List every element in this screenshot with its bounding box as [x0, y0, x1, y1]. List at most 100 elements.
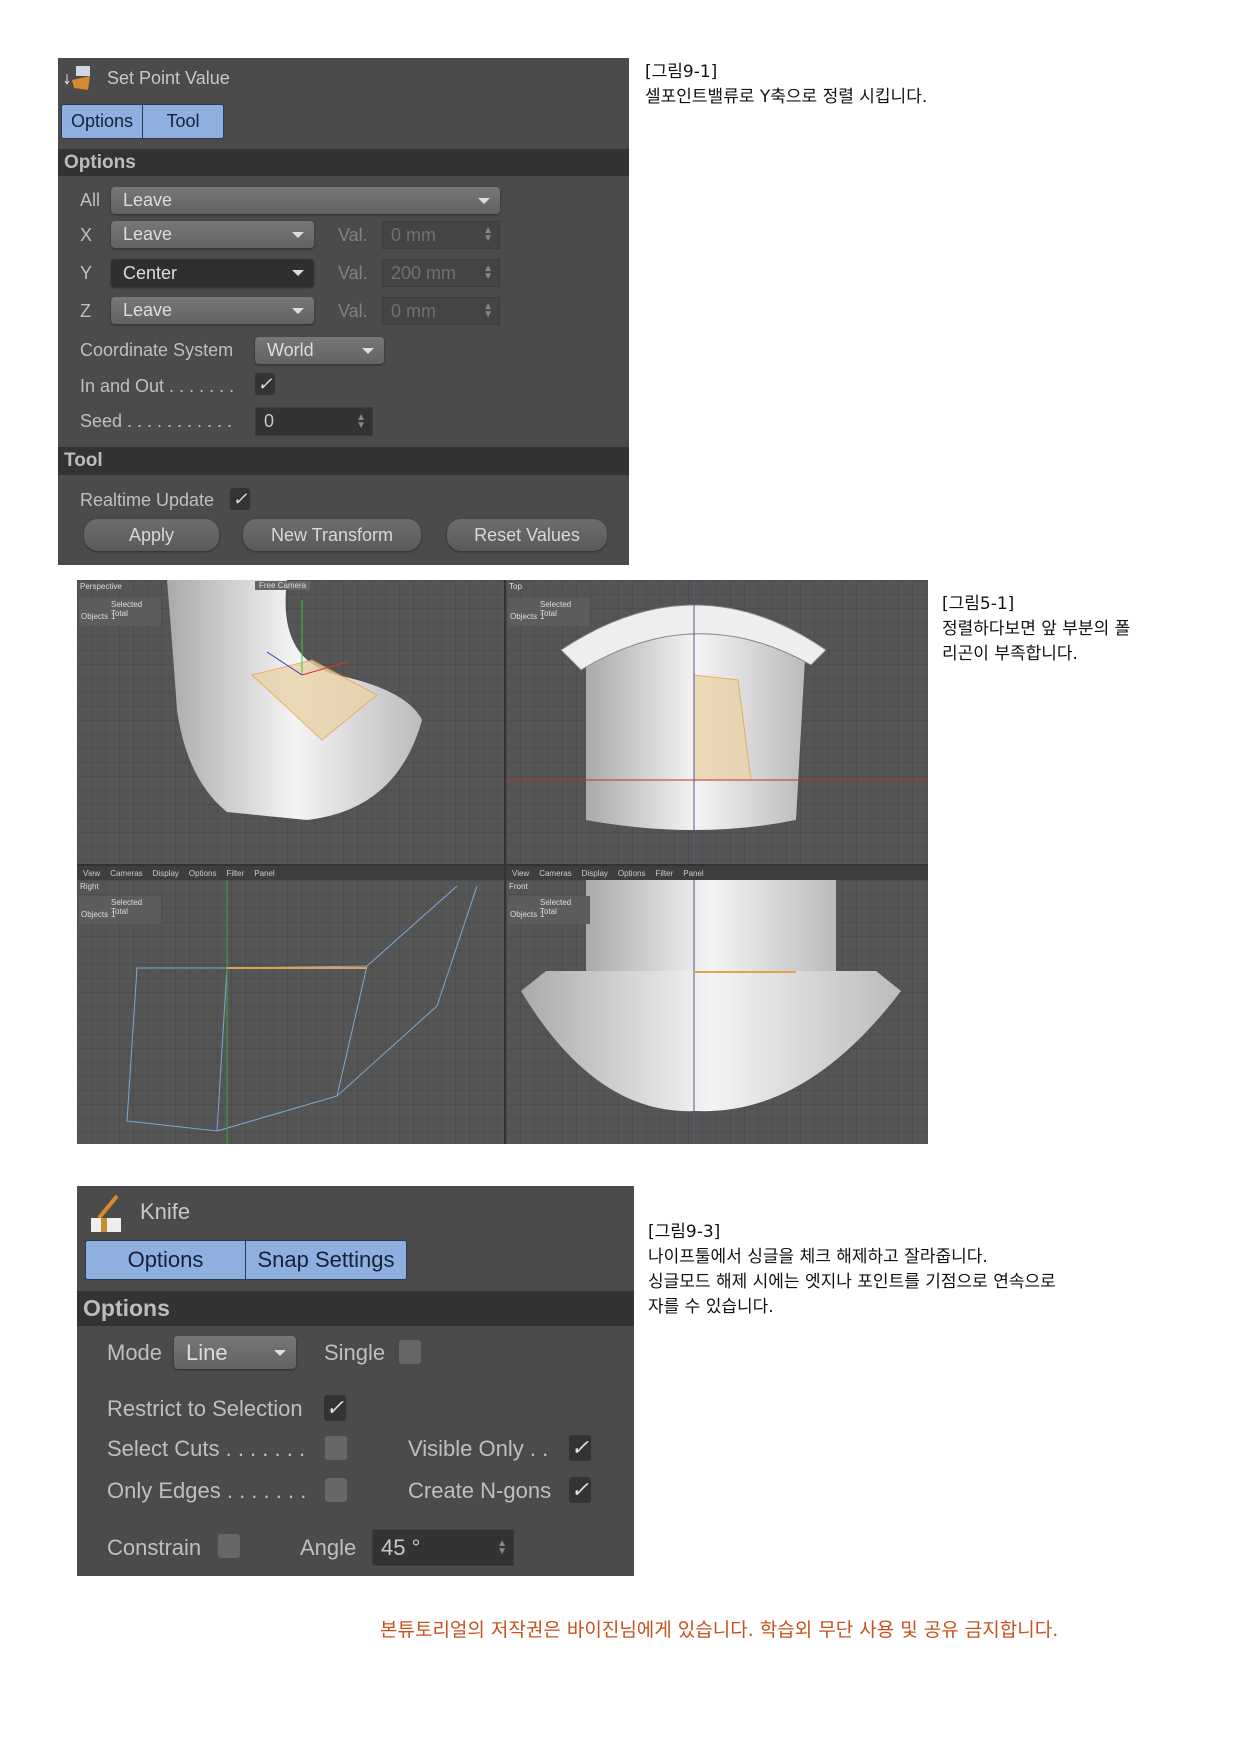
- y-label: Y: [80, 263, 93, 283]
- figure-label: [그림9-1]: [645, 62, 718, 82]
- new-transform-button[interactable]: New Transform: [243, 519, 421, 551]
- tab-options[interactable]: Options: [62, 105, 143, 138]
- realtime-update-checkbox[interactable]: ✓: [230, 488, 250, 510]
- menu-options[interactable]: Options: [618, 869, 646, 878]
- seed-value: 0: [264, 411, 275, 431]
- viewport-top[interactable]: Top Selected Total Objects 1: [506, 580, 928, 864]
- hud-objects-label: Objects: [81, 910, 109, 919]
- y-mode-value: Center: [123, 262, 178, 283]
- x-value-field[interactable]: 0 mm ▲ ▼: [382, 221, 500, 249]
- hud-objects-count: 1: [540, 910, 545, 919]
- x-mode-value: Leave: [123, 224, 173, 244]
- viewport-right[interactable]: View Cameras Display Options Filter Panel Rig…: [77, 866, 504, 1144]
- spinner-icon[interactable]: ▲ ▼: [356, 412, 366, 430]
- menu-view[interactable]: View: [83, 869, 100, 878]
- set-point-value-panel: Set Point Value Options Tool Options All…: [58, 58, 629, 565]
- hud-objects-label: Objects: [81, 612, 109, 621]
- knife-panel: Knife Options Snap Settings Options Mode…: [77, 1186, 634, 1576]
- options-section-header: Options: [58, 149, 629, 176]
- constrain-checkbox[interactable]: [218, 1534, 240, 1558]
- menu-display[interactable]: Display: [153, 869, 179, 878]
- chevron-down-icon: [478, 197, 490, 204]
- z-label: Z: [80, 301, 91, 321]
- coordinate-system-value: World: [267, 340, 314, 360]
- set-point-value-icon: [64, 64, 94, 92]
- y-value-field[interactable]: 200 mm ▲ ▼: [382, 259, 500, 287]
- mode-dropdown[interactable]: Line: [174, 1336, 296, 1369]
- hud-title: Selected Total: [111, 600, 143, 618]
- caption-figure-9-1: [그림9-1] 셀포인트밸류로 Y축으로 정렬 시킵니다.: [645, 60, 927, 110]
- spinner-icon[interactable]: ▲ ▼: [483, 264, 493, 282]
- menu-options[interactable]: Options: [189, 869, 217, 878]
- options-section-header: Options: [77, 1291, 634, 1326]
- angle-label: Angle: [300, 1535, 357, 1560]
- viewport-name: Perspective: [80, 582, 122, 591]
- tab-options[interactable]: Options: [86, 1241, 246, 1279]
- viewport-front[interactable]: View Cameras Display Options Filter Panel Fro…: [506, 866, 928, 1144]
- x-val-label: Val.: [338, 225, 368, 245]
- apply-button[interactable]: Apply: [84, 519, 219, 551]
- hud-objects-label: Objects: [510, 612, 538, 621]
- select-cuts-checkbox[interactable]: [325, 1436, 347, 1460]
- hud-objects-count: 1: [111, 910, 116, 919]
- all-label: All: [80, 190, 101, 210]
- z-mode-value: Leave: [123, 300, 173, 320]
- chevron-down-icon: [362, 347, 374, 354]
- z-mode-dropdown[interactable]: Leave: [111, 297, 314, 324]
- viewport-name: Top: [509, 582, 522, 591]
- single-label: Single: [324, 1340, 386, 1365]
- chevron-down-icon: [292, 307, 304, 314]
- tool-section-header: Tool: [58, 447, 629, 475]
- menu-filter[interactable]: Filter: [226, 869, 244, 878]
- single-checkbox[interactable]: [399, 1340, 421, 1364]
- z-value-field[interactable]: 0 mm ▲ ▼: [382, 297, 500, 325]
- x-mode-dropdown[interactable]: Leave: [111, 221, 314, 248]
- menu-view[interactable]: View: [512, 869, 529, 878]
- x-value: 0 mm: [391, 224, 436, 245]
- panel-tabs: Options Snap Settings: [85, 1240, 407, 1280]
- chevron-down-icon: [274, 1349, 286, 1356]
- menu-panel[interactable]: Panel: [254, 869, 274, 878]
- menu-panel[interactable]: Panel: [683, 869, 703, 878]
- viewport-name: Right: [80, 882, 99, 891]
- menu-filter[interactable]: Filter: [655, 869, 673, 878]
- in-and-out-checkbox[interactable]: ✓: [255, 373, 275, 395]
- spinner-icon[interactable]: ▲ ▼: [483, 302, 493, 320]
- hud-panel: Selected Total Objects 1: [508, 598, 590, 626]
- seed-label: Seed . . . . . . . . . . .: [80, 411, 233, 431]
- visible-only-checkbox[interactable]: ✓: [569, 1435, 591, 1461]
- panel-title: Set Point Value: [107, 68, 230, 88]
- hud-panel: Selected Total Objects 1: [79, 896, 161, 924]
- hud-title: Selected Total: [111, 898, 143, 916]
- only-edges-checkbox[interactable]: [325, 1478, 347, 1502]
- restrict-to-selection-label: Restrict to Selection: [107, 1396, 303, 1421]
- mode-label: Mode: [107, 1340, 163, 1365]
- camera-name[interactable]: Free Camera: [255, 581, 311, 590]
- tab-tool[interactable]: Tool: [143, 105, 223, 138]
- viewport-menu-bar: View Cameras Display Options Filter Panel: [506, 866, 928, 880]
- all-dropdown[interactable]: Leave: [111, 187, 500, 214]
- select-cuts-label: Select Cuts . . . . . . .: [107, 1436, 306, 1461]
- coordinate-system-dropdown[interactable]: World: [255, 337, 384, 364]
- menu-cameras[interactable]: Cameras: [110, 869, 142, 878]
- hud-objects-count: 1: [540, 612, 545, 621]
- seed-field[interactable]: 0 ▲ ▼: [255, 407, 373, 436]
- create-ngons-checkbox[interactable]: ✓: [569, 1477, 591, 1503]
- menu-display[interactable]: Display: [582, 869, 608, 878]
- in-and-out-label: In and Out . . . . . . .: [80, 376, 235, 396]
- viewport-perspective[interactable]: Perspective Free Camera Selected Total Ob…: [77, 580, 504, 864]
- realtime-update-label: Realtime Update: [80, 490, 215, 510]
- y-val-label: Val.: [338, 263, 368, 283]
- figure-label: [그림9-3]: [648, 1222, 721, 1242]
- spinner-icon[interactable]: ▲ ▼: [483, 226, 493, 244]
- menu-cameras[interactable]: Cameras: [539, 869, 571, 878]
- y-mode-dropdown[interactable]: Center: [111, 259, 314, 287]
- reset-values-button[interactable]: Reset Values: [447, 519, 607, 551]
- hud-title: Selected Total: [540, 600, 572, 618]
- angle-field[interactable]: 45 ° ▲ ▼: [372, 1529, 514, 1566]
- spinner-icon[interactable]: ▲ ▼: [497, 1538, 507, 1556]
- chevron-down-icon: [292, 270, 304, 276]
- restrict-to-selection-checkbox[interactable]: ✓: [324, 1395, 346, 1421]
- tab-snap-settings[interactable]: Snap Settings: [246, 1241, 406, 1279]
- hud-objects-count: 1: [111, 612, 116, 621]
